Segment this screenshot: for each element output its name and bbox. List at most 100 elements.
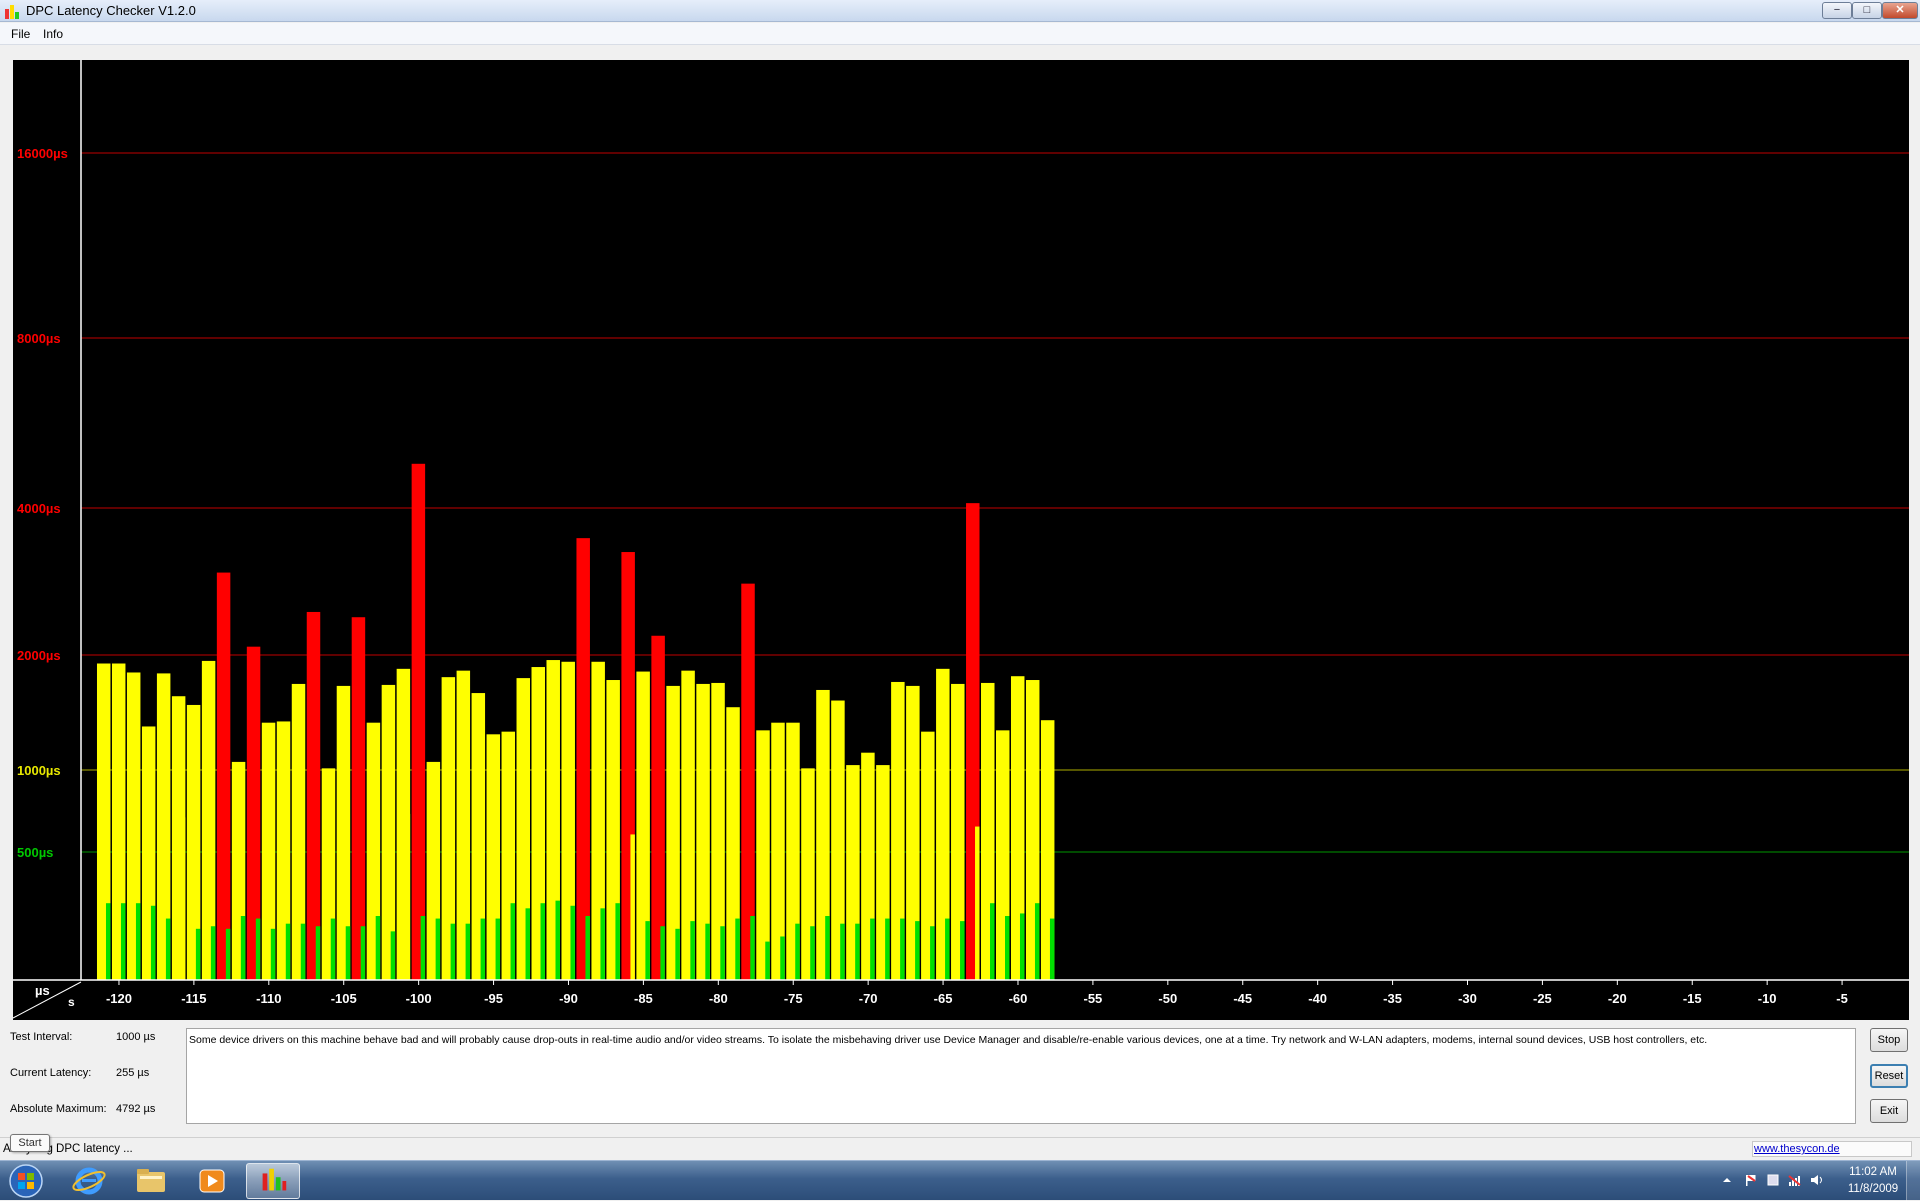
current-latency-bar [360,926,366,980]
absolute-maximum-label: Absolute Maximum: [10,1103,107,1115]
x-tick-label: -85 [634,991,653,1006]
current-latency-bar [270,928,276,980]
current-latency-bar [375,916,381,980]
current-latency-bar [945,918,950,980]
current-latency-bar [885,918,890,980]
thesycon-link[interactable]: www.thesycon.de [1754,1143,1840,1155]
current-latency-bar [240,916,246,980]
clock-date[interactable]: 11/8/2009 [1838,1183,1908,1195]
current-latency-bar [570,905,575,980]
absolute-maximum-value: 4792 µs [116,1103,156,1115]
y-tick-label: 500µs [17,845,53,860]
reset-button[interactable]: Reset [1870,1064,1908,1088]
show-desktop-button[interactable] [1906,1161,1920,1201]
current-latency-bar [810,926,815,980]
x-tick-label: -100 [406,991,432,1006]
media-player-icon[interactable] [185,1163,239,1199]
current-latency-bar [525,908,531,980]
x-tick-label: -30 [1458,991,1477,1006]
current-latency-bar [960,921,965,980]
current-latency-bar [750,916,755,980]
network-icon[interactable] [1788,1173,1802,1187]
current-latency-bar [510,903,516,980]
dpc-latency-checker-task-icon[interactable] [246,1163,300,1199]
internet-explorer-icon[interactable] [62,1163,116,1199]
status-link-panel: www.thesycon.de [1752,1141,1912,1157]
current-latency-bar [825,916,830,980]
current-latency-bar [135,903,141,980]
current-latency-bar [405,813,411,980]
x-tick-label: -35 [1383,991,1402,1006]
current-latency-label: Current Latency: [10,1067,92,1079]
max-latency-bar [411,463,426,980]
minimize-button[interactable]: − [1822,2,1852,19]
menu-bar: File Info [0,23,1920,45]
x-tick-label: -70 [859,991,878,1006]
x-tick-label: -55 [1084,991,1103,1006]
current-latency-bar [195,928,201,980]
x-tick-label: -95 [484,991,503,1006]
current-latency-bar [480,918,486,980]
start-orb-icon[interactable] [4,1163,48,1199]
max-latency-bar [216,572,231,980]
current-latency-bar [900,918,905,980]
current-latency-bar [1034,903,1040,980]
x-tick-label: -40 [1308,991,1327,1006]
device-icon[interactable] [1766,1173,1780,1187]
current-latency-bar [990,903,995,980]
app-icon [4,3,20,19]
max-latency-bar [576,538,590,980]
windows-explorer-icon[interactable] [124,1163,178,1199]
test-interval-label: Test Interval: [10,1031,73,1043]
message-box: Some device drivers on this machine beha… [186,1028,1856,1124]
taskbar: 11:02 AM 11/8/2009 [0,1160,1920,1201]
current-latency-bar [495,918,501,980]
current-latency-bar [840,923,845,980]
current-latency-bar [1019,913,1025,980]
current-latency-bar [645,921,650,980]
stop-button[interactable]: Stop [1870,1028,1908,1052]
x-tick-label: -50 [1158,991,1177,1006]
current-latency-bar [630,834,635,980]
current-latency-bar [465,923,471,980]
start-tooltip: Start [10,1134,50,1152]
current-latency-bar [600,908,605,980]
volume-icon[interactable] [1810,1173,1824,1187]
current-latency-bar [675,928,680,980]
current-latency-bar [105,903,111,980]
current-latency-bar [870,918,875,980]
current-latency-bar [1005,916,1010,980]
y-tick-label: 8000µs [17,331,61,346]
current-latency-bar [165,918,171,980]
exit-button[interactable]: Exit [1870,1099,1908,1123]
current-latency-bar [765,941,770,980]
y-tick-label: 4000µs [17,501,61,516]
current-latency-bar [255,918,261,980]
current-latency-bar [390,931,396,980]
x-tick-label: -10 [1758,991,1777,1006]
title-bar: DPC Latency Checker V1.2.0 − □ ✕ [0,0,1920,22]
x-tick-label: -15 [1683,991,1702,1006]
test-interval-value: 1000 µs [116,1031,156,1043]
menu-info[interactable]: Info [43,27,63,41]
y-tick-label: 16000µs [17,146,68,161]
x-tick-label: -20 [1608,991,1627,1006]
x-tick-label: -65 [934,991,953,1006]
maximize-button[interactable]: □ [1852,2,1882,19]
x-tick-label: -5 [1836,991,1848,1006]
current-latency-bar [720,926,725,980]
show-hidden-icons-icon[interactable] [1720,1173,1734,1187]
current-latency-bar [1049,918,1055,980]
current-latency-bar [315,926,321,980]
current-latency-bar [735,918,740,980]
action-center-flag-icon[interactable] [1744,1173,1758,1187]
menu-file[interactable]: File [11,27,30,41]
status-bar: Analyzing DPC latency ... [0,1137,1920,1159]
max-latency-bar [351,617,366,980]
x-tick-label: -80 [709,991,728,1006]
close-button[interactable]: ✕ [1882,2,1918,19]
clock-time[interactable]: 11:02 AM [1838,1166,1908,1178]
current-latency-bar [615,903,620,980]
current-latency-bar [915,921,920,980]
current-latency-bar [285,923,291,980]
